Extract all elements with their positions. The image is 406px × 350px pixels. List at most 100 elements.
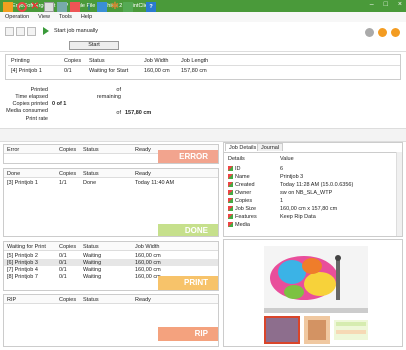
current-job-name[interactable]: [4] Printjob 1 [11,68,42,74]
detail-row: ID 6 [224,165,402,172]
job-preview [223,239,403,347]
col-job-length: Job Length [181,58,209,64]
detail-row: Features Keep Rip Data [224,213,402,220]
maximize-icon[interactable]: □ [384,1,388,8]
start-manually-label: Start job manually [54,28,99,34]
menu-tools[interactable]: Tools [59,14,72,20]
error-panel: Error Copies Status Ready ERROR [3,144,219,164]
detail-value: 1 [280,198,284,204]
menu-help[interactable]: Help [81,14,92,20]
delete-icon[interactable]: ✕ [30,2,40,12]
detail-icon [228,182,233,187]
error-col-ready: Ready [135,147,151,153]
status-dot-orange [378,28,387,37]
menu-bar: Operation View Tools Help [0,12,406,22]
waiting-row[interactable]: [6] Printjob 3 0/1 Waiting 160,00 cm [4,259,218,266]
waiting-row-copies: 0/1 [59,274,67,280]
copy-icon[interactable] [44,2,54,12]
job-toolbar [0,128,406,142]
col-job-width: Job Width [144,58,169,64]
detail-value: Today 11:28 AM (15.0.0.6356) [280,182,354,188]
waiting-row-status: Waiting [83,274,102,280]
media-value: 157,80 cm [125,110,152,116]
print-rate-label: Print rate [25,116,48,122]
printed-label: Printed [30,87,48,93]
play-icon[interactable] [43,27,49,35]
rip-col-status: Status [83,297,99,303]
rip-col-ready: Ready [135,297,151,303]
detail-icon [228,214,233,219]
col-copies: Copies [64,58,82,64]
done-watermark: DONE [158,224,218,236]
detail-key: Features [235,214,257,220]
detail-key: ID [235,166,241,172]
error-col-copies: Copies [59,147,77,153]
start-button[interactable]: Start [69,41,119,50]
status-dot-gray [365,28,374,37]
move-down-icon[interactable] [70,2,80,12]
error-col-name: Error [7,147,20,153]
detail-icon [228,166,233,171]
waiting-col-name: Waiting for Print [7,244,46,250]
queue-icon[interactable] [5,27,14,36]
media-icon[interactable] [123,2,133,12]
nesting-icon[interactable] [97,2,107,12]
detail-icon [228,206,233,211]
detail-key: Created [235,182,255,188]
cancel-icon[interactable] [17,2,27,12]
job-stats: Printed of Time elapsed remaining Copies… [0,85,406,127]
col-printing: Printing [11,58,30,64]
done-row-status: Done [83,180,97,186]
waiting-col-status: Status [83,244,99,250]
help-icon[interactable]: ? [146,2,156,12]
tab-journal[interactable]: Journal [257,143,284,151]
status-dot-orange-2 [391,28,400,37]
detail-row: Media [224,221,402,228]
detail-key: Owner [235,190,252,196]
minimize-icon[interactable]: – [370,1,374,8]
media-of-label: of [116,110,121,116]
detail-icon [228,198,233,203]
details-col-details: Details [228,156,245,162]
menu-operation[interactable]: Operation [5,14,29,20]
done-col-copies: Copies [59,171,77,177]
job-details-panel: Job Details Journal Details Value ID 6 Na… [223,142,403,237]
menu-view[interactable]: View [38,14,50,20]
move-up-icon[interactable] [57,2,67,12]
detail-value: Printjob 3 [280,174,304,180]
detail-row: Owner sw on NB_SLA_WTP [224,189,402,196]
detail-value: Keep Rip Data [280,214,316,220]
media-consumed-label: Media consumed [6,108,48,114]
copies-printed-label: Copies printed [12,101,48,107]
pause-icon[interactable] [3,2,13,12]
waiting-col-width: Job Width [135,244,160,250]
done-row-ready: Today 11:40 AM [135,180,175,186]
waiting-row-width: 160,00 cm [135,274,161,280]
printed-of-label: of [116,87,121,93]
preview-image [264,246,368,344]
remaining-label: remaining [96,94,121,100]
close-icon[interactable]: × [398,1,402,8]
grid-icon[interactable] [27,27,36,36]
settings-icon[interactable]: ✱ [110,2,120,12]
current-job-length: 157,80 cm [181,68,207,74]
detail-value: 160,00 cm x 157,80 cm [280,206,338,212]
error-watermark: ERROR [158,150,218,163]
rip-col-name: RIP [7,297,17,303]
waiting-panel: Waiting for Print Copies Status Job Widt… [3,241,219,291]
detail-value: sw on NB_SLA_WTP [280,190,333,196]
error-col-status: Status [83,147,99,153]
detail-row: Name Printjob 3 [224,173,402,180]
rip-watermark: RIP [158,327,218,341]
info-icon[interactable]: i [84,2,94,12]
waiting-row-name: [8] Printjob 7 [7,274,38,280]
tab-job-details[interactable]: Job Details [225,143,261,151]
done-row-copies: 1/1 [59,180,67,186]
done-row-name: [3] Printjob 1 [7,180,38,186]
done-row[interactable]: [3] Printjob 1 1/1 Done Today 11:40 AM [4,179,218,186]
waiting-row[interactable]: [5] Printjob 2 0/1 Waiting 160,00 cm [4,252,218,259]
waiting-row[interactable]: [7] Printjob 4 0/1 Waiting 160,00 cm [4,266,218,273]
print-watermark: PRINT [158,276,218,290]
layout-icon[interactable] [16,27,25,36]
done-panel: Done Copies Status Ready [3] Printjob 1 … [3,168,219,237]
